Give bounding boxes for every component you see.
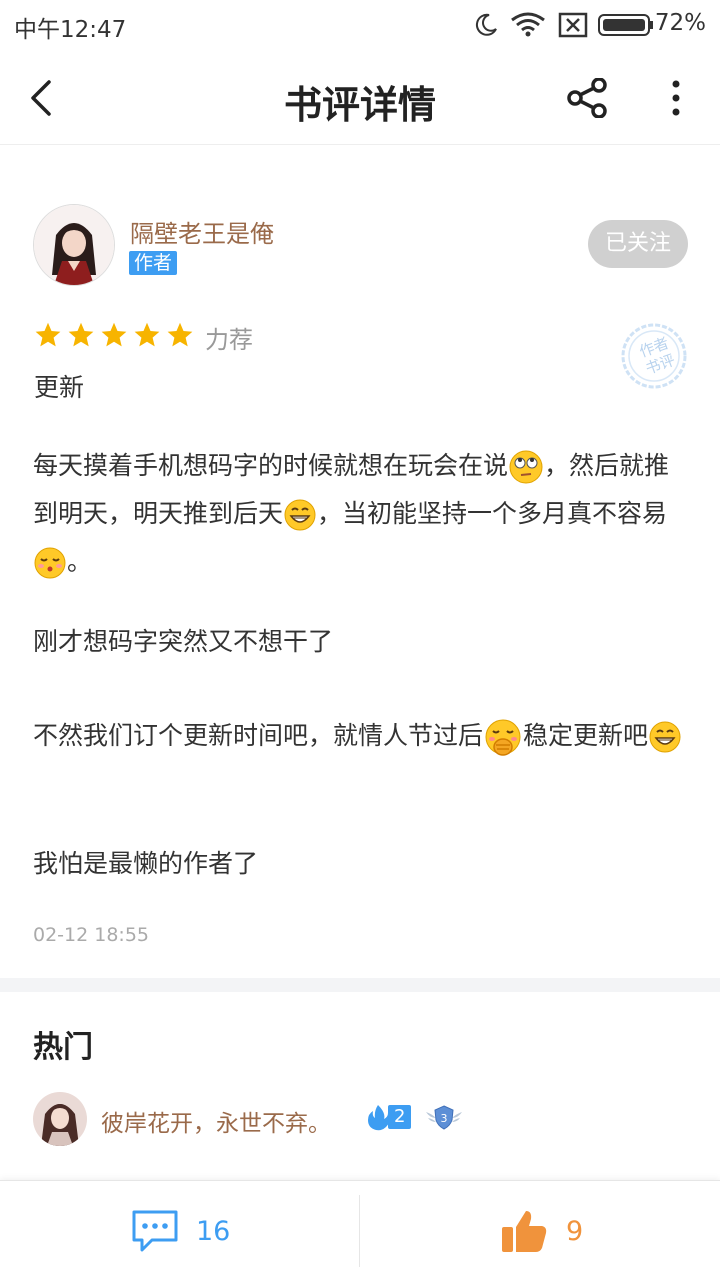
rolling-eyes-emoji-icon [509,450,543,484]
author-name[interactable]: 隔壁老王是俺 [130,214,274,249]
wing-badge-icon: 3 [426,1105,462,1130]
more-icon [672,80,680,116]
bottom-action-bar: 16 9 [0,1180,720,1281]
svg-text:3: 3 [441,1112,448,1125]
grinning-emoji-icon [284,499,316,531]
status-time: 中午12:47 [14,17,127,43]
comment-count: 16 [196,1215,231,1247]
star-icon [35,322,61,347]
commenter-name[interactable]: 彼岸花开，永世不弃。 [101,1104,331,1138]
thumbs-up-icon [502,1211,547,1252]
moon-icon [475,13,497,36]
battery-percent: 72% [654,10,706,36]
author-tag-badge: 作者 [129,251,178,275]
star-icon [101,322,127,347]
author-avatar[interactable] [33,204,115,286]
shy-emoji-icon [485,719,521,756]
grinning-emoji-icon [649,721,681,753]
star-icon [134,322,160,347]
rating-label: 力荐 [205,326,253,354]
like-count: 9 [566,1215,584,1247]
hot-section-title: 热门 [33,1030,93,1065]
author-review-stamp: 作者 书评 [621,323,687,389]
comment-button[interactable]: 16 [130,1203,230,1259]
more-button[interactable] [652,74,700,122]
review-paragraph: 我怕是最懒的作者了 [33,849,259,878]
star-icon [167,322,193,347]
sim-icon [558,12,588,38]
page-title: 书评详情 [283,82,436,127]
star-icon [68,322,94,347]
review-paragraph: 每天摸着手机想码字的时候就想在玩会在说 ，然后就推到明天，明天推到后天 ，当初能… [33,442,693,586]
wifi-icon [511,12,545,37]
battery-icon [598,14,653,36]
like-button[interactable]: 9 [500,1203,583,1259]
fan-level-badge: 2 [364,1104,412,1131]
commenter-avatar[interactable] [33,1092,87,1146]
share-icon [567,78,607,118]
comment-icon [132,1210,178,1252]
review-paragraph: 刚才想码字突然又不想干了 [33,627,334,656]
follow-button[interactable]: 已关注 [588,220,688,268]
rating-stars [34,321,194,349]
status-bar: 中午12:47 72% [0,0,720,52]
review-paragraph: 不然我们订个更新时间吧，就情人节过后 稳定更新吧 [33,712,693,760]
share-button[interactable] [564,74,612,122]
nav-bar: 书评详情 [0,52,720,145]
bottom-bar-divider [359,1195,360,1267]
review-timestamp: 02-12 18:55 [33,924,150,946]
section-divider [0,978,720,992]
review-title: 更新 [34,373,85,402]
kissing-emoji-icon [34,547,66,579]
